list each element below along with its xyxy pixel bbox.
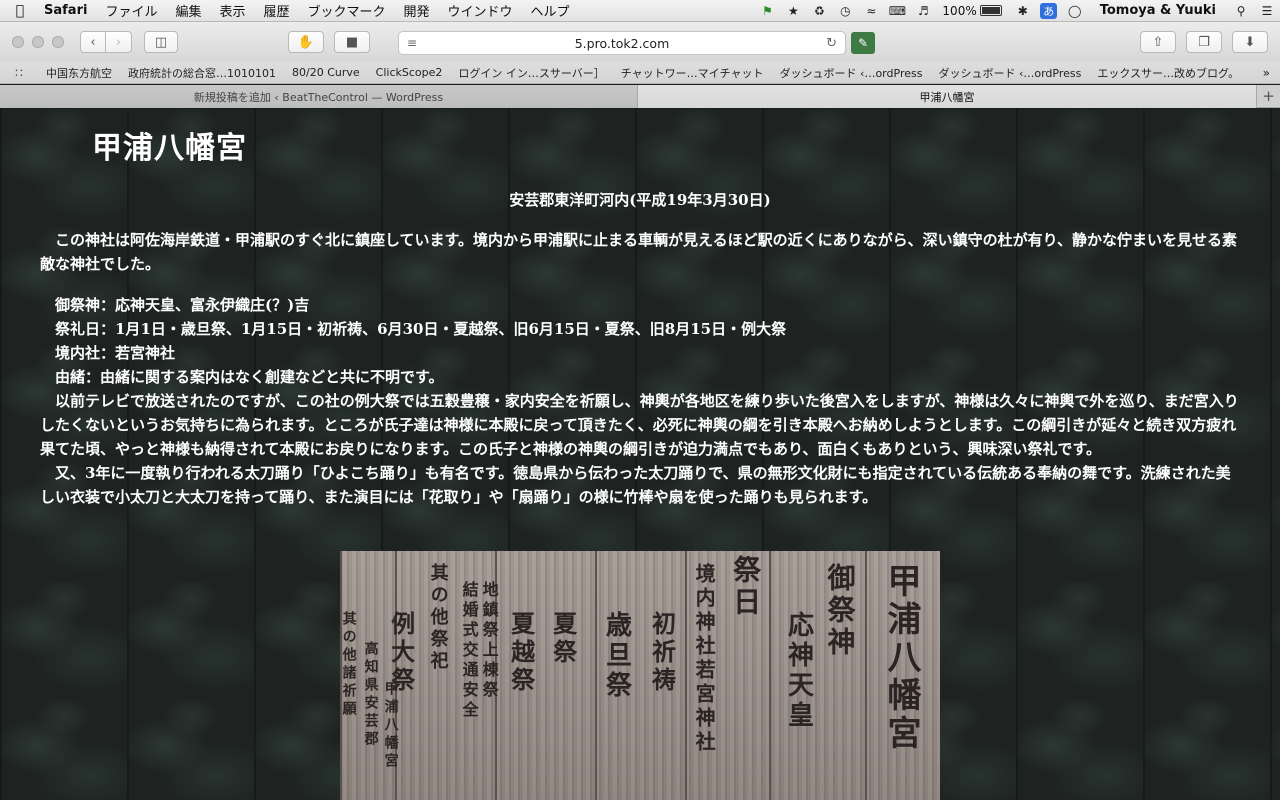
- bookmark-item[interactable]: 80/20 Curve: [284, 66, 368, 79]
- ghostery-extension-button[interactable]: ■: [334, 31, 370, 53]
- page-subtitle: 安芸郡東洋町河内(平成19年3月30日): [509, 191, 771, 209]
- tab-bar: 新規投稿を追加 ‹ BeatTheControl — WordPress 甲浦八…: [0, 85, 1280, 108]
- shrine-wooden-sign-image: 甲浦八幡宮 御祭神 応神天皇 境内神社若宮神社 祭日 歳旦祭 初祈祷 夏越祭 夏…: [340, 551, 940, 800]
- menu-view[interactable]: 表示: [210, 1, 254, 20]
- bookmark-item[interactable]: ダッシュボード ‹…ordPress: [930, 65, 1089, 81]
- extension-green-icon[interactable]: ✎: [851, 32, 875, 54]
- menu-help[interactable]: ヘルプ: [522, 1, 579, 20]
- sync-icon[interactable]: ♻: [806, 0, 832, 22]
- sign-board: 甲浦八幡宮: [865, 551, 940, 800]
- battery-fill: [981, 7, 1000, 14]
- bluetooth-icon[interactable]: ✱: [1010, 0, 1036, 22]
- sign-board: 歳旦祭 初祈祷: [594, 551, 686, 800]
- reader-icon[interactable]: ≡: [407, 36, 417, 50]
- battery-icon[interactable]: [979, 5, 1002, 16]
- subsidiary-shrine-line: 境内社：若宮神社: [55, 344, 176, 362]
- sign-board: 例大祭 其の他祭祀 結婚式交通安全 地鎮祭上棟祭: [387, 551, 499, 800]
- top-sites-grid-icon[interactable]: ∷: [0, 66, 38, 80]
- menu-develop[interactable]: 開発: [395, 1, 439, 20]
- menu-history[interactable]: 履歴: [254, 1, 298, 20]
- evernote-icon[interactable]: ★: [780, 0, 806, 22]
- address-bar[interactable]: ≡ 5.pro.tok2.com ↻: [398, 31, 846, 55]
- bookmark-item[interactable]: ClickScope2: [368, 66, 451, 79]
- bookmark-item[interactable]: エックスサー…改めブログ。: [1089, 65, 1247, 81]
- sign-text: 夏祭: [548, 611, 578, 667]
- keyboard-icon[interactable]: ⌨: [884, 0, 910, 22]
- menu-bar:  Safari ファイル 編集 表示 履歴 ブックマーク 開発 ウインドウ ヘ…: [0, 0, 1280, 22]
- sign-text: 応神天皇: [783, 611, 814, 731]
- volume-icon[interactable]: ♬: [910, 0, 936, 22]
- menu-bookmarks[interactable]: ブックマーク: [299, 1, 395, 20]
- sign-board: 其の他諸祈願 高知県安芸郡 甲浦八幡宮: [340, 551, 399, 800]
- sign-text: 甲浦八幡宮: [881, 563, 921, 753]
- web-page-content: 甲浦八幡宮 安芸郡東洋町河内(平成19年3月30日) この神社は阿佐海岸鉄道・甲…: [0, 109, 1280, 800]
- bookmarks-bar: ∷ 中国东方航空 政府統計の総合窓…1010101 80/20 Curve Cl…: [0, 62, 1280, 84]
- notification-center-icon[interactable]: ☰: [1254, 0, 1280, 22]
- minimize-window-button[interactable]: [32, 36, 44, 48]
- sign-board: 夏越祭 夏祭: [494, 551, 595, 800]
- sign-text: 歳旦祭: [601, 611, 632, 701]
- intro-paragraph: この神社は阿佐海岸鉄道・甲浦駅のすぐ北に鎮座しています。境内から甲浦駅に止まる車…: [40, 231, 1238, 273]
- festival-dates-line: 祭礼日：1月1日・歳旦祭、1月15日・初祈祷、6月30日・夏越祭、旧6月15日・…: [55, 320, 787, 338]
- wifi-icon[interactable]: ≈: [858, 0, 884, 22]
- input-method-icon[interactable]: あ: [1036, 0, 1062, 22]
- menu-edit[interactable]: 編集: [166, 1, 210, 20]
- status-area: ⚑ ★ ♻ ◷ ≈ ⌨ ♬ 100% ✱ あ ◯ Tomoya & Yuuki …: [754, 0, 1280, 22]
- bookmark-item[interactable]: ログイン イン…スサーバー］: [450, 65, 612, 81]
- safari-toolbar: ‹ › ◫ ✋ ■ ≡ 5.pro.tok2.com ↻ ✎ ⇧ ❐ ⬇: [0, 22, 1280, 62]
- sign-text: 祭日: [729, 555, 763, 619]
- user-name[interactable]: Tomoya & Yuuki: [1088, 3, 1228, 18]
- tab-kannoura-hachimangu[interactable]: 甲浦八幡宮: [638, 85, 1256, 108]
- battery-percent[interactable]: 100%: [936, 4, 979, 18]
- shrine-details: 御祭神：応神天皇、富永伊織庄(？)吉 祭礼日：1月1日・歳旦祭、1月15日・初祈…: [40, 293, 1240, 509]
- bookmark-item[interactable]: チャットワー…マイチャット: [613, 65, 772, 81]
- dance-paragraph: 又、3年に一度執り行われる太刀踊り「ひよこち踊り」も有名です。徳島県から伝わった…: [40, 464, 1231, 506]
- menu-window[interactable]: ウインドウ: [439, 1, 522, 20]
- downloads-button[interactable]: ⬇: [1232, 31, 1268, 53]
- bookmark-item[interactable]: 中国东方航空: [38, 65, 120, 81]
- spotlight-search-icon[interactable]: ⚲: [1228, 0, 1254, 22]
- bookmark-item[interactable]: ダッシュボード ‹…ordPress: [772, 65, 931, 81]
- sign-text: 夏越祭: [506, 611, 536, 695]
- history-line: 由緒：由緒に関する案内はなく創建などと共に不明です。: [55, 368, 444, 386]
- sign-text: 甲浦八幡宮: [382, 681, 399, 771]
- sign-text: 境内神社若宮神社: [692, 563, 717, 755]
- time-machine-icon[interactable]: ◷: [832, 0, 858, 22]
- sign-text: 地鎮祭上棟祭: [479, 581, 499, 701]
- tab-overview-button[interactable]: ❐: [1186, 31, 1222, 53]
- flag-icon[interactable]: ⚑: [754, 0, 780, 22]
- tab-wordpress[interactable]: 新規投稿を追加 ‹ BeatTheControl — WordPress: [0, 85, 638, 108]
- sign-board: 御祭神 応神天皇: [769, 551, 866, 800]
- zoom-window-button[interactable]: [52, 36, 64, 48]
- share-button[interactable]: ⇧: [1140, 31, 1176, 53]
- sign-text: 初祈祷: [647, 611, 677, 695]
- evernote-extension-button[interactable]: ✋: [288, 31, 324, 53]
- sign-board: 境内神社若宮神社 祭日: [685, 551, 770, 800]
- deity-line: 御祭神：応神天皇、富永伊織庄(？)吉: [55, 296, 310, 314]
- new-tab-button[interactable]: +: [1256, 85, 1280, 107]
- forward-button[interactable]: ›: [106, 31, 132, 53]
- page-title: 甲浦八幡宮: [92, 131, 247, 166]
- sign-text: 其の他諸祈願: [340, 611, 357, 719]
- apple-menu-icon[interactable]: : [0, 3, 40, 19]
- menu-file[interactable]: ファイル: [96, 1, 166, 20]
- reload-icon[interactable]: ↻: [826, 36, 837, 51]
- window-controls: [0, 36, 80, 48]
- festival-paragraph: 以前テレビで放送されたのですが、この社の例大祭では五穀豊穣・家内安全を祈願し、神…: [40, 392, 1239, 458]
- clock-icon[interactable]: ◯: [1062, 0, 1088, 22]
- bookmark-item[interactable]: 政府統計の総合窓…1010101: [120, 65, 284, 81]
- sign-text: 御祭神: [823, 563, 857, 659]
- sign-text: 高知県安芸郡: [362, 641, 379, 749]
- sign-text: 其の他祭祀: [427, 563, 449, 673]
- sidebar-toggle-button[interactable]: ◫: [144, 31, 178, 53]
- menu-app-safari[interactable]: Safari: [40, 3, 96, 18]
- back-button[interactable]: ‹: [80, 31, 106, 53]
- input-method-label: あ: [1040, 2, 1058, 19]
- url-text: 5.pro.tok2.com: [574, 35, 670, 51]
- nav-buttons: ‹ ›: [80, 31, 132, 53]
- close-window-button[interactable]: [12, 36, 24, 48]
- bookmarks-overflow-button[interactable]: »: [1263, 66, 1280, 80]
